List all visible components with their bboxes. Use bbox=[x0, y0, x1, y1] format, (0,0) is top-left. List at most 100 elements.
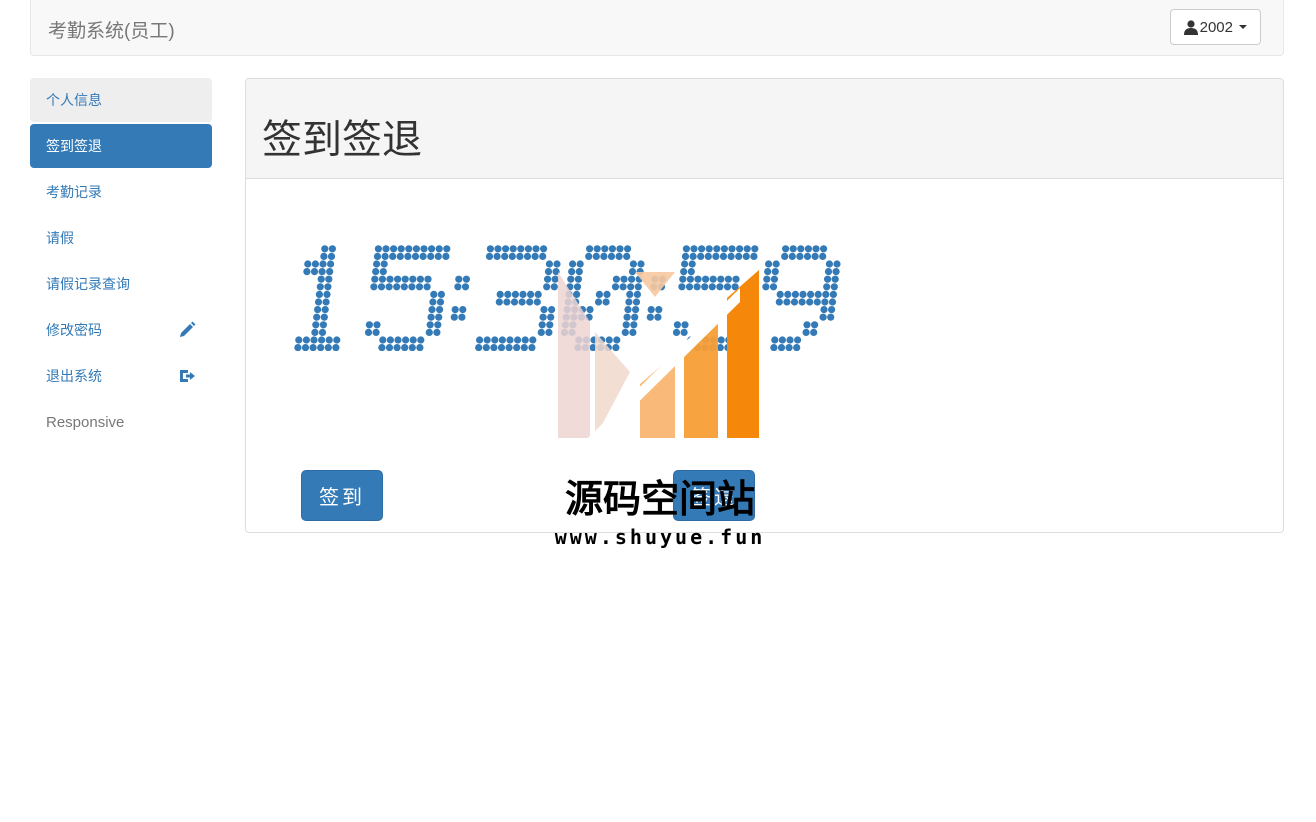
clock-dot bbox=[697, 252, 705, 260]
clock-dot bbox=[521, 336, 529, 344]
clock-dot bbox=[737, 298, 745, 306]
clock-dot bbox=[408, 344, 416, 352]
sidebar-item-attendance-records[interactable]: 考勤记录 bbox=[30, 170, 212, 214]
clock-dot bbox=[435, 245, 443, 253]
clock-dot bbox=[585, 313, 593, 321]
clock-dot bbox=[727, 252, 735, 260]
clock-dot bbox=[603, 290, 611, 298]
clock-dot bbox=[812, 245, 820, 253]
clock-dot bbox=[600, 252, 608, 260]
sign-in-button[interactable]: 签到 bbox=[301, 470, 383, 521]
clock-dot bbox=[379, 268, 387, 276]
sidebar-item-responsive[interactable]: Responsive bbox=[30, 400, 212, 444]
sidebar-item-label: 退出系统 bbox=[46, 368, 102, 384]
clock-dot bbox=[326, 268, 334, 276]
clock-dot bbox=[612, 344, 620, 352]
clock-dot bbox=[476, 336, 484, 344]
clock-dot bbox=[728, 245, 736, 253]
clock-dot bbox=[672, 328, 681, 336]
sidebar-item-logout[interactable]: 退出系统 bbox=[30, 354, 212, 398]
clock-dot bbox=[619, 283, 627, 291]
app-brand[interactable]: 考勤系统(员工) bbox=[48, 16, 175, 43]
clock-dot bbox=[569, 260, 577, 268]
clock-dot bbox=[627, 283, 635, 291]
clock-dot bbox=[538, 321, 546, 329]
clock-dot bbox=[655, 306, 663, 314]
clock-dot bbox=[611, 283, 620, 291]
clock-dot bbox=[396, 252, 404, 260]
sidebar-item-label: 个人信息 bbox=[46, 92, 102, 108]
clock-dot bbox=[712, 252, 720, 260]
sidebar-nav: 个人信息 签到签退 考勤记录 请假 请假记录查询 修改密码 退出系统 Respo… bbox=[30, 78, 212, 446]
clock-dot bbox=[569, 321, 577, 329]
clock-dot bbox=[498, 336, 506, 344]
clock-dot bbox=[423, 283, 431, 291]
clock-dot bbox=[744, 306, 752, 314]
sidebar-item-change-password[interactable]: 修改密码 bbox=[30, 308, 212, 352]
clock-dot bbox=[823, 283, 831, 291]
clock-dot bbox=[788, 252, 796, 260]
clock-dot bbox=[386, 275, 394, 283]
clock-dot bbox=[586, 306, 594, 314]
clock-dot bbox=[433, 328, 441, 336]
clock-dot bbox=[786, 336, 794, 344]
clock-dot bbox=[416, 275, 424, 283]
clock-dot bbox=[598, 336, 606, 344]
clock-dot bbox=[517, 245, 525, 253]
clock-dot bbox=[811, 252, 819, 260]
clock-dot bbox=[568, 268, 576, 276]
clock-dot bbox=[687, 268, 695, 276]
clock-dot bbox=[314, 306, 322, 314]
clock-dot bbox=[831, 275, 839, 283]
clock-dot bbox=[381, 252, 389, 260]
clock-dot bbox=[622, 321, 630, 329]
clock-dot bbox=[454, 283, 462, 291]
clock-dot bbox=[694, 275, 702, 283]
clock-dot bbox=[735, 313, 743, 321]
clock-dot bbox=[576, 260, 584, 268]
clock-colon bbox=[450, 275, 470, 321]
clock-dot bbox=[709, 275, 717, 283]
clock-dot bbox=[505, 344, 513, 352]
clock-colon bbox=[646, 275, 666, 321]
user-menu-button[interactable]: 2002 bbox=[1169, 9, 1261, 45]
clock-dot bbox=[701, 344, 709, 352]
clock-dot bbox=[322, 298, 330, 306]
clock-dot bbox=[364, 328, 373, 336]
clock-dot bbox=[537, 328, 545, 336]
clock-dot bbox=[577, 313, 586, 321]
clock-dot bbox=[807, 290, 815, 298]
clock-dot bbox=[314, 298, 323, 306]
clock-dot bbox=[802, 328, 810, 336]
sidebar-item-checkin[interactable]: 签到签退 bbox=[30, 124, 212, 168]
sidebar-item-personal-info[interactable]: 个人信息 bbox=[30, 78, 212, 122]
sign-out-button[interactable]: 签退 bbox=[673, 470, 755, 521]
clock-dot bbox=[393, 283, 401, 291]
clock-dot bbox=[716, 344, 724, 352]
clock-dot bbox=[547, 313, 555, 321]
clock-dot bbox=[784, 290, 792, 298]
sidebar-item-leave-records[interactable]: 请假记录查询 bbox=[30, 262, 212, 306]
clock-dot bbox=[572, 298, 580, 306]
clock-dot bbox=[459, 306, 467, 314]
clock-dot bbox=[451, 306, 459, 314]
clock-dot bbox=[630, 321, 638, 329]
clock-dot bbox=[496, 290, 504, 298]
clock-dot bbox=[681, 260, 689, 268]
clock-dot bbox=[782, 245, 790, 253]
clock-dot bbox=[762, 283, 770, 291]
clock-dot bbox=[574, 344, 582, 352]
clock-dot bbox=[743, 245, 751, 253]
clock-dot bbox=[604, 344, 612, 352]
clock-dot bbox=[673, 321, 681, 329]
clock-dot bbox=[510, 298, 519, 306]
chevron-down-icon bbox=[1239, 25, 1247, 29]
sidebar-item-leave[interactable]: 请假 bbox=[30, 216, 212, 260]
clock-dot bbox=[679, 275, 687, 283]
clock-dot bbox=[616, 245, 624, 253]
clock-dot bbox=[720, 245, 728, 253]
clock-dot bbox=[803, 321, 811, 329]
clock-dot bbox=[509, 245, 517, 253]
clock-dot bbox=[316, 283, 324, 291]
clock-dot bbox=[518, 298, 526, 306]
